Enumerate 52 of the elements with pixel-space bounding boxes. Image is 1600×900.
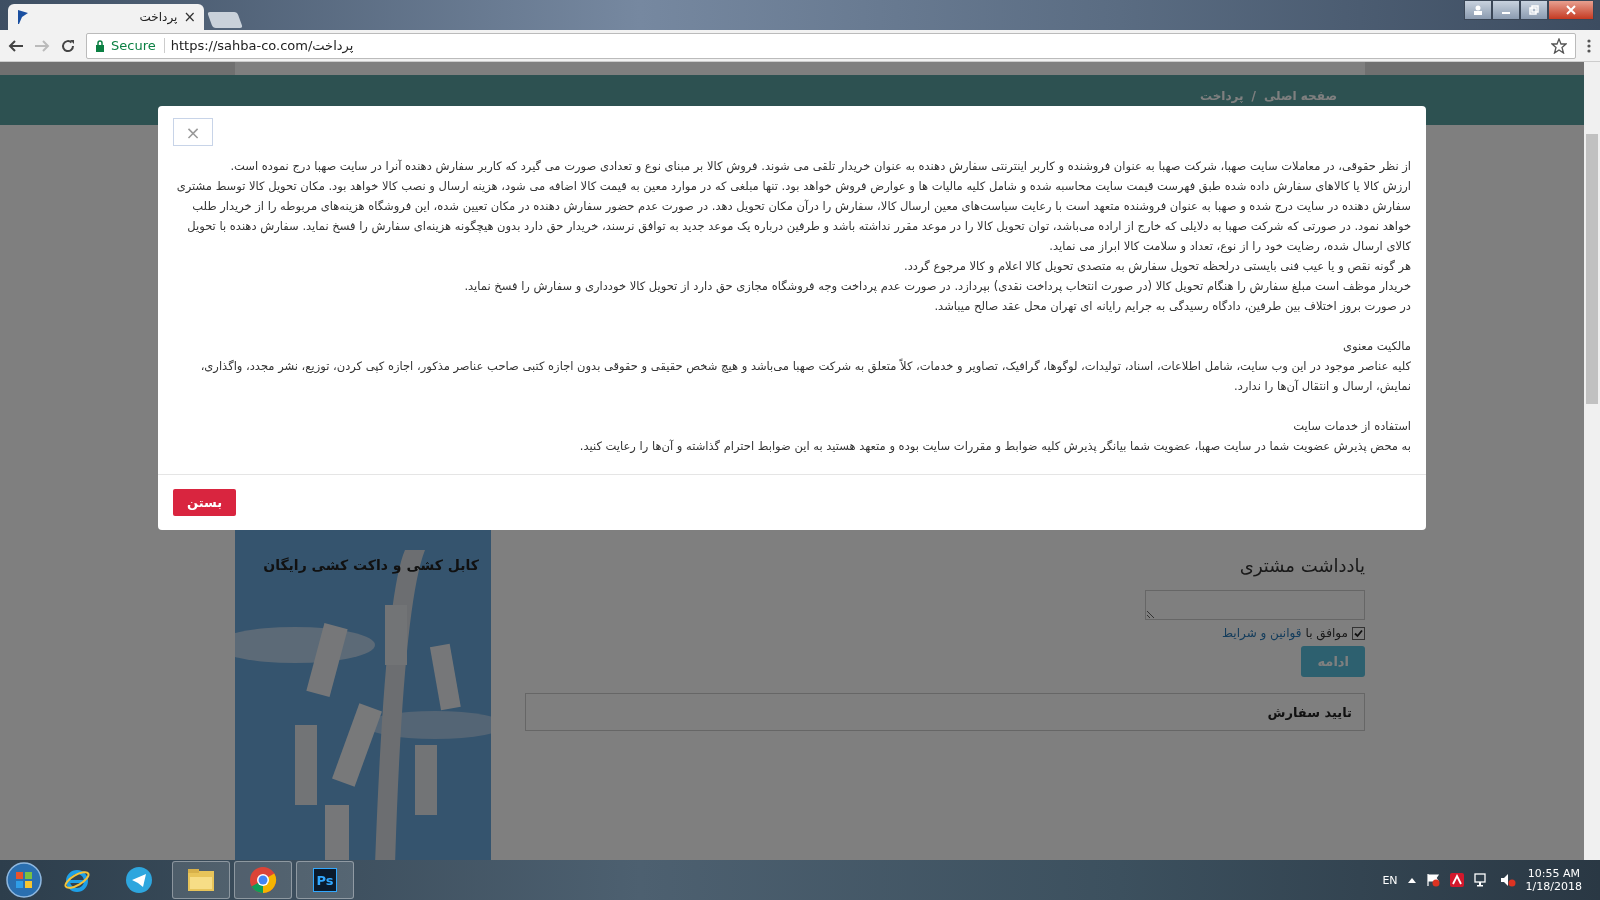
promo-title: کابل کشی و داکت کشی رایگان	[263, 557, 479, 573]
paragraph: خریدار موظف است مبلغ سفارش را هنگام تحویل کالا (در صورت انتخاب پرداخت نقدی) بپردازد. در صورت عدم پرداخت وجه فروشگاه مجازی حق دارد از تحویل کالا خودداری و سفارش را فسخ نماید.	[463, 278, 1411, 296]
minimize-icon	[1502, 12, 1510, 14]
reload-icon[interactable]	[60, 37, 76, 54]
secure-label: Secure	[111, 38, 165, 53]
close-window-button[interactable]	[1548, 0, 1594, 20]
taskbar-app[interactable]	[234, 861, 292, 899]
start-button[interactable]	[4, 861, 44, 899]
close-icon	[1566, 5, 1576, 15]
muted-speaker-icon[interactable]	[1499, 873, 1516, 887]
paragraph: ارزش کالا یا کالاهای سفارش داده شده طبق فهرست قیمت سایت محاسبه شده و شامل کلیه مالیات ها و عوارض فروش خواهد بود. تنها مبلغی که در موارد معین به قیمت کالا اضافه می شود، هزینه ارسال و نصب کالا خواهد بود. مکان تحویل کالا توسط مشتری سفارش دهنده در سایت درج شده و صهبا به عنوان فروشنده متعهد است با رعایت سیاست‌های معین ارسال کالا، سفارش را درآن مکان تحویل دهد. در صورت عدم حضور سفارش دهنده در مکان تعیین شده، این فروشگاه هزینه‌های مربوطه را از خریدار طلب خواهد نمود. در صورتی که شرکت صهبا به دلایلی که خارج از اراده می‌باشد، توان تحویل کالا را در موعد مقرر نداشته باشد و طرفین درباره یک موعد جدید به توافق نرسند، خریدار حق دارد بدون هیچگونه هزینه‌ای سفارش را فسخ نماید. سفارش دهنده با تحویل کالای ارسال شده، رضایت خود را از نوع، تعداد و سلامت کالا ابراز می نماید.	[175, 178, 1411, 255]
new-tab-button[interactable]	[207, 12, 243, 28]
restore-button[interactable]	[1520, 0, 1548, 20]
flag-icon	[16, 9, 30, 25]
taskbar-app[interactable]: Ps	[296, 861, 354, 899]
paragraph: به محض پذیرش عضویت شما در سایت صهبا، عضویت شما بیانگر پذیرش کلیه ضوابط و مقررات سایت بوده و متعهد هستید به این ضوابط احترام گذاشته و آن‌ها را رعایت کنید.	[578, 438, 1411, 456]
paragraph: کلیه عناصر موجود در این وب سایت، شامل اطلاعات، اسناد، تولیدات، لوگوها، گرافیک، تصاویر و خدمات، کلاً متعلق به شرکت صهبا می‌باشد و هیچ شخص حقیقی و حقوقی بدون اجازه کتبی صاحب عناصر مذکور، اجازه کپی کردن، توزیع، نشر مجدد، واگذاری، نمایش، ارسال و انتقال آن‌ها را ندارد.	[199, 357, 1411, 396]
paragraph: هر گونه نقص و یا عیب فنی بایستی درلحظه تحویل سفارش به متصدی تحویل کالا اعلام و کالا مرجوع گردد.	[903, 258, 1411, 276]
section-heading: استفاده از خدمات سایت	[1292, 418, 1411, 435]
section-heading: مالکیت معنوی	[1341, 338, 1411, 355]
browser-tab[interactable]: پرداخت ×	[8, 4, 204, 30]
chrome-icon	[249, 866, 277, 894]
tray-arrow-icon[interactable]	[1407, 877, 1416, 883]
clock-date[interactable]: 1/18/2018	[1525, 880, 1582, 893]
terms-label: موافق با	[1305, 626, 1348, 640]
section-heading: یادداشت مشتری	[1239, 555, 1365, 576]
taskbar-app[interactable]	[172, 861, 230, 899]
restore-icon	[1529, 5, 1539, 15]
url-text: https://sahba-co.com/پرداخت	[170, 38, 354, 53]
photoshop-icon: Ps	[313, 868, 337, 892]
lock-icon	[95, 39, 105, 52]
language-indicator[interactable]: EN	[1382, 873, 1398, 887]
scrollbar[interactable]	[1584, 62, 1600, 860]
close-tab-button[interactable]: ×	[183, 8, 196, 26]
panel-title: تایید سفارش	[1267, 704, 1352, 720]
paper-plane-icon	[125, 866, 153, 894]
breadcrumb-separator: /	[1251, 89, 1256, 103]
menu-icon[interactable]	[1586, 37, 1592, 54]
clock-time[interactable]: 10:55 AM	[1527, 867, 1580, 880]
terms-checkbox[interactable]	[1352, 626, 1365, 640]
minimize-button[interactable]	[1492, 0, 1520, 20]
paragraph: از نظر حقوقی، در معاملات سایت صهبا، شرکت صهبا به عنوان فروشنده و کاربر اینترنتی سفارش دهنده به عنوان خریدار تلقی می شوند. فروش کالا بر مبنای نوع و تعدادی صورت می گیرد که کاربر سفارش دهنده آنرا در سایت صهبا درج نموده است.	[229, 158, 1411, 176]
back-icon[interactable]	[8, 37, 24, 54]
paragraph: در صورت بروز اختلاف بین طرفین، دادگاه رسیدگی به جرایم رایانه ای تهران محل عقد صالح میباشد.	[933, 298, 1411, 315]
tab-title: پرداخت	[138, 10, 178, 24]
user-button[interactable]	[1464, 0, 1492, 20]
flag-icon[interactable]	[1425, 873, 1440, 887]
person-icon	[1473, 5, 1483, 15]
close-dialog-button[interactable]: بستن	[173, 489, 237, 516]
star-icon[interactable]	[1551, 37, 1567, 54]
folder-icon	[186, 867, 216, 893]
note-field[interactable]	[1145, 590, 1365, 620]
